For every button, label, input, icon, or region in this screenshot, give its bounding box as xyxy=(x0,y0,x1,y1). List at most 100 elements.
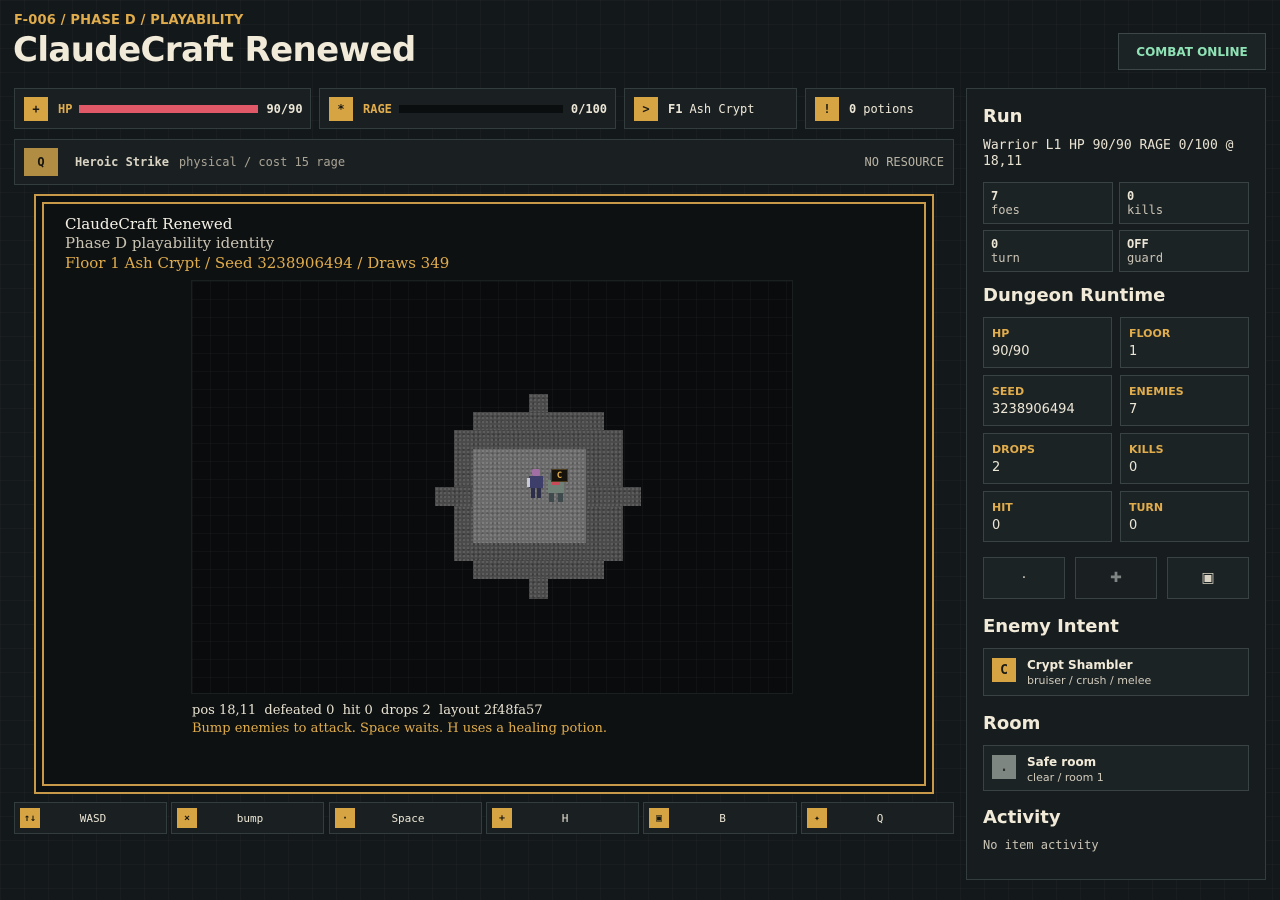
floor-tile xyxy=(473,560,604,579)
floor-level: F1 xyxy=(668,101,683,116)
key-move[interactable]: ↑↓ WASD xyxy=(14,802,167,834)
hp-bar-fill xyxy=(79,104,259,113)
key-wait[interactable]: · Space xyxy=(329,802,482,834)
runtime-floor: FLOOR 1 xyxy=(1120,317,1249,368)
player-sprite xyxy=(527,469,545,503)
square-icon: ▣ xyxy=(649,808,669,828)
key-label: WASD xyxy=(79,811,107,825)
potion-count: 0 xyxy=(849,101,857,116)
runtime-value: 7 xyxy=(1129,402,1138,417)
runtime-value: 1 xyxy=(1129,344,1138,359)
plus-icon: ✚ xyxy=(1110,570,1122,586)
stat-value: 0 xyxy=(1127,189,1135,203)
stat-turn: 0 turn xyxy=(983,230,1113,272)
sparkle-icon: ✦ xyxy=(807,808,827,828)
rage-value: 0/100 xyxy=(570,101,608,116)
runtime-key: FLOOR xyxy=(1129,327,1171,340)
runtime-turn: TURN 0 xyxy=(1120,491,1249,542)
runtime-key: TURN xyxy=(1129,501,1164,514)
dungeon-map[interactable]: C xyxy=(191,280,793,694)
plus-icon: + xyxy=(24,96,48,121)
viewport-info: Floor 1 Ash Crypt / Seed 3238906494 / Dr… xyxy=(65,254,450,272)
viewport-hint: Bump enemies to attack. Space waits. H u… xyxy=(192,721,607,736)
plus-icon: + xyxy=(492,808,512,828)
block-button[interactable]: ▣ xyxy=(1167,557,1249,599)
ability-key: Q xyxy=(24,148,58,176)
room-card: . Safe room clear / room 1 xyxy=(983,745,1249,791)
key-bump[interactable]: × bump xyxy=(171,802,324,834)
rage-card: * RAGE 0/100 xyxy=(319,88,616,129)
runtime-value: 3238906494 xyxy=(992,402,1075,417)
runtime-key: DROPS xyxy=(992,443,1035,456)
key-block[interactable]: ▣ B xyxy=(643,802,797,834)
runtime-enemies: ENEMIES 7 xyxy=(1120,375,1249,426)
ability-name: Heroic Strike xyxy=(75,155,169,169)
intent-heading: Enemy Intent xyxy=(983,616,1119,637)
key-label: H xyxy=(561,811,569,825)
floor-tile xyxy=(529,578,548,599)
potion-icon: ! xyxy=(815,96,839,121)
stat-value: OFF xyxy=(1127,237,1149,251)
activity-heading: Activity xyxy=(983,807,1061,828)
stat-value: 0 xyxy=(991,237,999,251)
runtime-key: HIT xyxy=(992,501,1013,514)
potion-label: potions xyxy=(863,101,914,116)
ability-bar[interactable]: Q Heroic Strike physical / cost 15 rage … xyxy=(14,139,954,185)
rage-label: RAGE xyxy=(363,101,392,116)
runtime-kills: KILLS 0 xyxy=(1120,433,1249,484)
runtime-seed: SEED 3238906494 xyxy=(983,375,1112,426)
stairs-icon: > xyxy=(634,96,658,121)
runtime-key: ENEMIES xyxy=(1129,385,1184,398)
hp-value: 90/90 xyxy=(266,101,303,116)
stat-guard: OFF guard xyxy=(1119,230,1249,272)
enemy-intent-card: C Crypt Shambler bruiser / crush / melee xyxy=(983,648,1249,696)
potions-card: ! 0 potions xyxy=(805,88,954,129)
page-title: ClaudeCraft Renewed xyxy=(13,30,416,70)
enemy-name: Crypt Shambler xyxy=(1027,658,1133,672)
key-heal[interactable]: + H xyxy=(486,802,639,834)
room-heading: Room xyxy=(983,713,1041,734)
floor-tile xyxy=(473,412,604,431)
heal-button[interactable]: ✚ xyxy=(1075,557,1157,599)
rage-bar xyxy=(398,104,563,113)
dot-icon: · xyxy=(335,808,355,828)
room-detail: clear / room 1 xyxy=(1027,771,1104,784)
runtime-key: SEED xyxy=(992,385,1025,398)
runtime-value: 90/90 xyxy=(992,344,1030,359)
key-label: B xyxy=(719,811,726,825)
runtime-key: HP xyxy=(992,327,1010,340)
enemy-icon: C xyxy=(992,658,1016,682)
run-heading: Run xyxy=(983,106,1023,127)
cross-icon: × xyxy=(177,808,197,828)
runtime-key: KILLS xyxy=(1129,443,1164,456)
enemy-detail: bruiser / crush / melee xyxy=(1027,674,1152,687)
dot-icon: · xyxy=(1021,570,1027,586)
key-label: Space xyxy=(391,811,425,825)
run-summary: Warrior L1 HP 90/90 RAGE 0/100 @ 18,11 xyxy=(983,138,1234,169)
activity-text: No item activity xyxy=(983,838,1099,852)
runtime-value: 0 xyxy=(1129,518,1138,533)
floor-card: > F1 Ash Crypt xyxy=(624,88,797,129)
ability-status: NO RESOURCE xyxy=(864,155,944,169)
runtime-hit: HIT 0 xyxy=(983,491,1112,542)
key-ability[interactable]: ✦ Q xyxy=(801,802,954,834)
breadcrumb: F-006 / PHASE D / PLAYABILITY xyxy=(14,13,244,28)
asterisk-icon: * xyxy=(329,96,353,121)
viewport-subtitle: Phase D playability identity xyxy=(65,234,275,252)
runtime-value: 0 xyxy=(1129,460,1138,475)
runtime-value: 2 xyxy=(992,460,1001,475)
stat-label: kills xyxy=(1127,203,1164,217)
wait-button[interactable]: · xyxy=(983,557,1065,599)
side-panel: Run Warrior L1 HP 90/90 RAGE 0/100 @ 18,… xyxy=(966,88,1266,880)
stat-label: guard xyxy=(1127,251,1164,265)
viewport-status-line: pos 18,11 defeated 0 hit 0 drops 2 layou… xyxy=(192,703,543,718)
stat-value: 7 xyxy=(991,189,999,203)
square-icon: ▣ xyxy=(1201,570,1215,586)
viewport-title: ClaudeCraft Renewed xyxy=(65,215,233,233)
ability-detail: physical / cost 15 rage xyxy=(178,155,346,169)
runtime-heading: Dungeon Runtime xyxy=(983,285,1166,306)
stat-kills: 0 kills xyxy=(1119,182,1249,224)
floor-tile xyxy=(529,394,548,413)
combat-status-button[interactable]: COMBAT ONLINE xyxy=(1118,33,1266,70)
runtime-drops: DROPS 2 xyxy=(983,433,1112,484)
